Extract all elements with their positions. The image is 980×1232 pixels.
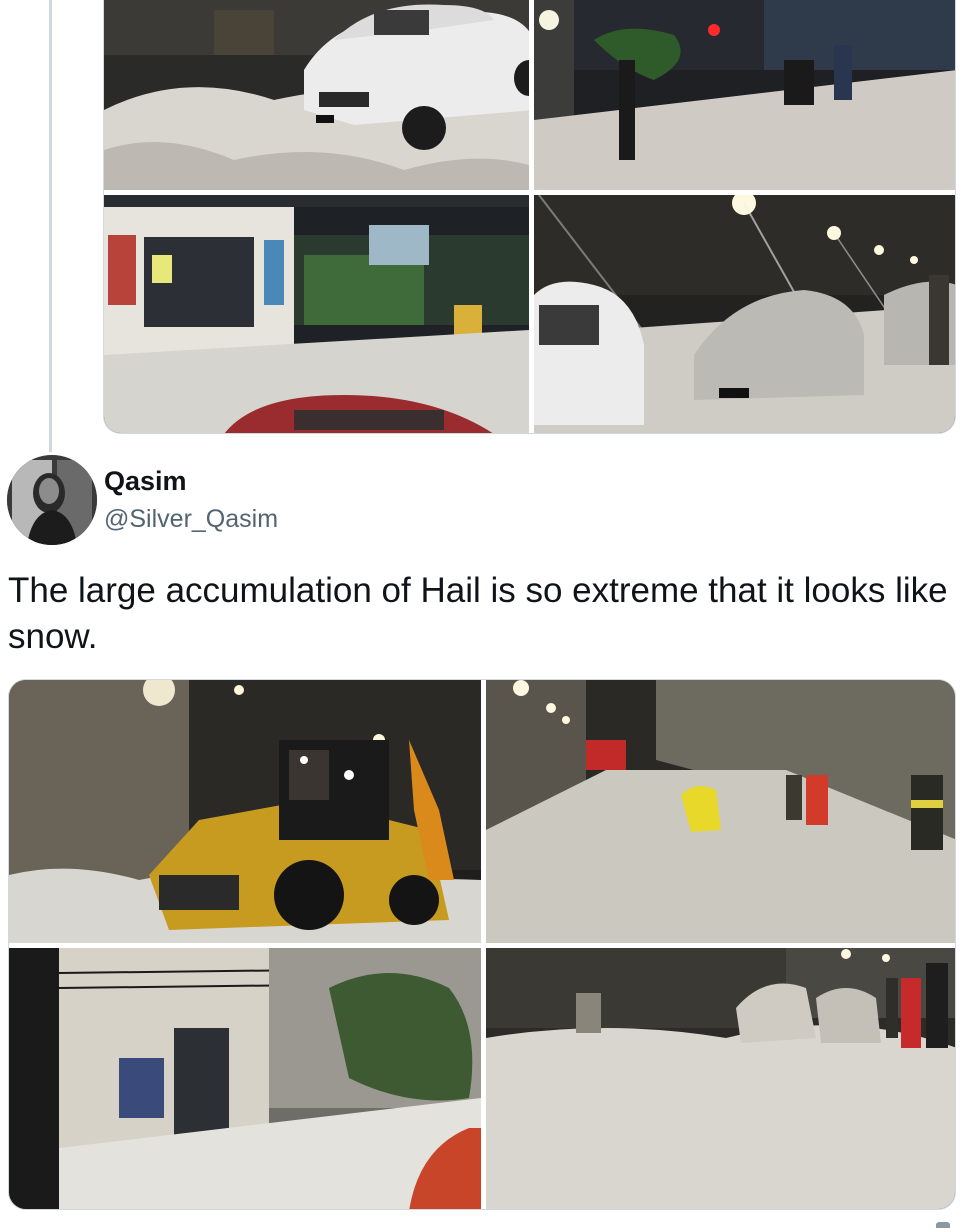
photo-building-hail-street[interactable]: [9, 948, 481, 1209]
photo-image: [534, 0, 955, 190]
scroll-indicator: [936, 1222, 950, 1228]
avatar[interactable]: [7, 455, 97, 545]
photo-image: [9, 948, 481, 1209]
bottom-divider: [0, 1214, 980, 1232]
tweet-thread: Qasim @Silver_Qasim The large accumulati…: [0, 0, 980, 1232]
photo-image: [486, 948, 955, 1209]
tweet-photo-grid: [8, 679, 956, 1210]
user-avatar-icon: [7, 455, 97, 545]
photo-image: [104, 0, 529, 190]
photo-backhoe-hail[interactable]: [9, 680, 481, 943]
user-handle[interactable]: @Silver_Qasim: [104, 505, 278, 534]
tweet-text: The large accumulation of Hail is so ext…: [8, 571, 948, 656]
thread-connector-line: [49, 0, 52, 452]
photo-image: [104, 195, 529, 433]
previous-tweet-photo-grid: [103, 0, 956, 434]
photo-image: [534, 195, 955, 433]
photo-image: [9, 680, 481, 943]
photo-rescuers-hail-street[interactable]: [486, 680, 955, 943]
display-name[interactable]: Qasim: [104, 466, 187, 497]
photo-hail-storefront[interactable]: [104, 195, 529, 433]
photo-image: [486, 680, 955, 943]
photo-hail-car-night[interactable]: [104, 0, 529, 190]
photo-cars-buried-hail[interactable]: [486, 948, 955, 1209]
photo-hail-cars-streetlights[interactable]: [534, 195, 955, 433]
photo-hail-street-people[interactable]: [534, 0, 955, 190]
